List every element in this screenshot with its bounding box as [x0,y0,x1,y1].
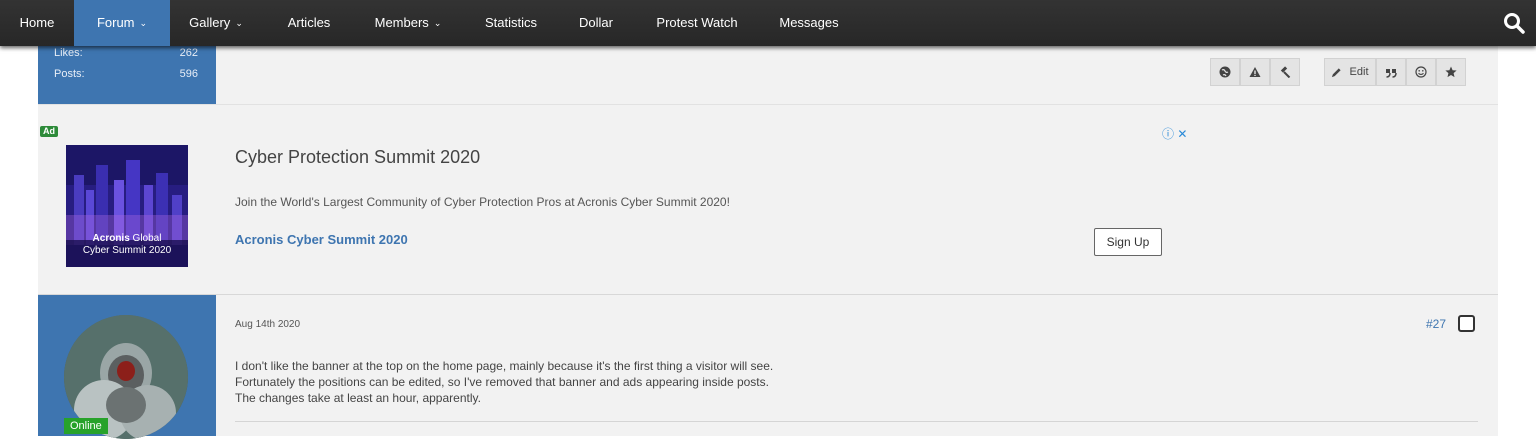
posts-label: Posts: [54,68,85,80]
post-body-line-1: I don't like the banner at the top on th… [235,359,774,373]
likes-stat: Likes: 262 [54,47,198,59]
nav-members-label: Members [374,15,429,30]
thread-page: Likes: 262 Posts: 596 Edit Ad Acronis Gl… [38,46,1498,439]
nav-dollar-label: Dollar [579,15,613,30]
chevron-down-icon: ⌄ [235,18,243,28]
nav-protest-watch-label: Protest Watch [656,15,738,30]
pencil-icon [1332,67,1342,77]
posts-value: 596 [179,68,198,80]
ad-title[interactable]: Cyber Protection Summit 2020 [235,147,480,168]
globe-icon[interactable] [1210,58,1240,86]
ad-description: Join the World's Largest Community of Cy… [235,195,730,209]
likes-value: 262 [179,47,198,59]
post-body-line-2: Fortunately the positions can be edited,… [235,375,769,389]
select-post-checkbox[interactable] [1458,315,1475,332]
sign-up-button[interactable]: Sign Up [1094,228,1162,256]
post-body-line-3: The changes take at least an hour, appar… [235,391,481,405]
star-icon[interactable] [1436,58,1466,86]
ad-link[interactable]: Acronis Cyber Summit 2020 [235,232,408,247]
posts-stat: Posts: 596 [54,68,198,80]
ad-image-brand: Acronis [92,233,130,244]
ad-image-caption-line2: Cyber Summit 2020 [82,245,172,256]
nav-dollar[interactable]: Dollar [558,0,634,46]
post-divider [235,421,1478,422]
nav-home-label: Home [19,15,55,30]
nav-forum-label: Forum [96,15,135,30]
gavel-icon[interactable] [1270,58,1300,86]
post-date[interactable]: Aug 14th 2020 [235,319,300,330]
ad-image-caption: Acronis Global Cyber Summit 2020 [66,233,188,257]
ad-block: Ad Acronis Global Cyber Summit 2020 Cybe… [38,104,1498,295]
quote-icon[interactable] [1376,58,1406,86]
nav-forum[interactable]: Forum ⌄ [74,0,170,46]
nav-articles[interactable]: Articles [266,0,352,46]
prev-post-user-panel: Likes: 262 Posts: 596 [38,46,216,104]
nav-statistics[interactable]: Statistics [464,0,558,46]
ad-image[interactable]: Acronis Global Cyber Summit 2020 [66,145,188,267]
post-number-link[interactable]: #27 [1426,317,1446,331]
post-27: Online Aug 14th 2020 #27 I don't like th… [38,294,1498,439]
edit-label: Edit [1349,66,1369,78]
online-status-badge: Online [64,418,108,434]
nav-messages[interactable]: Messages [760,0,858,46]
nav-articles-label: Articles [287,15,331,30]
post-body: I don't like the banner at the top on th… [235,358,773,406]
nav-messages-label: Messages [779,15,839,30]
nav-home[interactable]: Home [0,0,74,46]
ad-choices[interactable]: ⓘ ✕ [1162,125,1187,142]
chevron-down-icon: ⌄ [139,18,148,28]
warning-icon[interactable] [1240,58,1270,86]
info-icon[interactable]: ⓘ [1162,127,1174,141]
top-navigation: Home Forum ⌄ Gallery ⌄ Articles Members ⌄ S… [0,0,1536,46]
chevron-down-icon: ⌄ [433,18,442,28]
nav-gallery[interactable]: Gallery ⌄ [170,0,262,46]
post-user-panel: Online [38,295,216,439]
ad-badge: Ad [40,126,58,137]
ad-image-caption-rest: Global [129,233,162,244]
nav-protest-watch[interactable]: Protest Watch [634,0,760,46]
likes-label: Likes: [54,47,83,59]
nav-gallery-label: Gallery [189,15,231,30]
search-icon[interactable] [1502,11,1526,35]
close-icon[interactable]: ✕ [1177,127,1187,141]
nav-members[interactable]: Members ⌄ [352,0,464,46]
edit-button[interactable]: Edit [1324,58,1376,86]
smiley-icon[interactable] [1406,58,1436,86]
nav-statistics-label: Statistics [484,15,537,30]
